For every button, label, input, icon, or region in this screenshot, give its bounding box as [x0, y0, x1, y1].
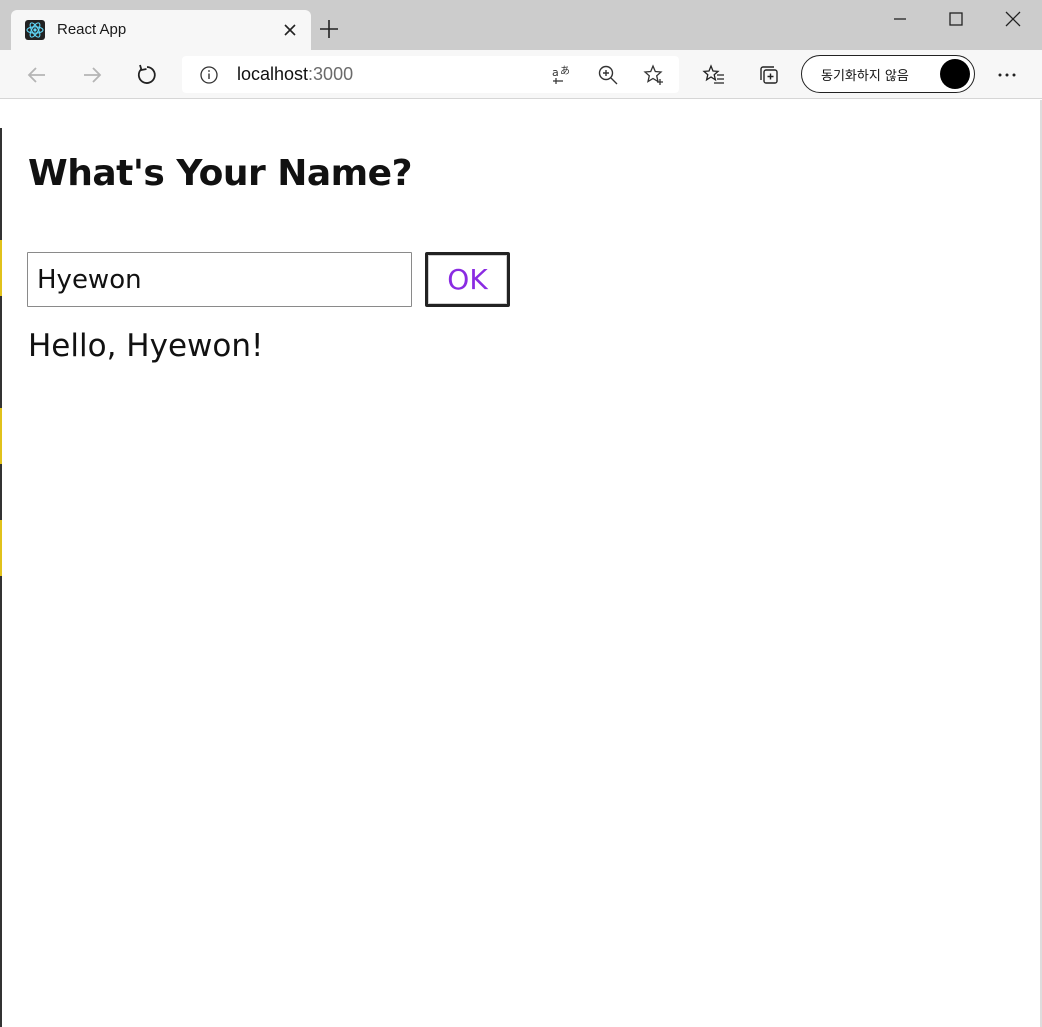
- arrow-left-icon[interactable]: [22, 60, 52, 90]
- page-viewport: What's Your Name? OK Hello, Hyewon!: [0, 100, 1042, 1027]
- react-logo-icon: [25, 20, 45, 40]
- greeting-text: Hello, Hyewon!: [28, 328, 264, 364]
- maximize-icon[interactable]: [928, 0, 984, 38]
- tab-title: React App: [57, 21, 127, 38]
- window-edge-accent: [0, 520, 2, 576]
- more-icon[interactable]: [992, 60, 1022, 90]
- collections-icon[interactable]: [754, 60, 784, 90]
- refresh-icon[interactable]: [132, 60, 162, 90]
- arrow-right-icon[interactable]: [77, 60, 107, 90]
- zoom-in-icon[interactable]: [595, 62, 621, 88]
- name-input[interactable]: [27, 252, 412, 307]
- svg-text:a: a: [552, 66, 559, 79]
- star-icon[interactable]: [641, 62, 667, 88]
- browser-toolbar: localhost:3000 a あ 동기화하지 않음: [0, 50, 1042, 99]
- sync-status-label: 동기화하지 않음: [821, 69, 909, 84]
- url-host: localhost: [237, 64, 309, 84]
- translate-icon[interactable]: a あ: [550, 62, 576, 88]
- profile-sync-button[interactable]: 동기화하지 않음: [801, 55, 975, 93]
- close-window-icon[interactable]: [985, 0, 1041, 38]
- tab-react-app[interactable]: React App: [11, 10, 311, 50]
- page-title: What's Your Name?: [28, 153, 412, 194]
- close-icon[interactable]: [279, 19, 301, 41]
- window-edge-accent: [0, 240, 2, 296]
- ok-button[interactable]: OK: [425, 252, 510, 307]
- favorites-icon[interactable]: [699, 60, 729, 90]
- avatar: [940, 59, 970, 89]
- browser-titlebar: React App: [0, 0, 1042, 50]
- info-icon[interactable]: [198, 64, 220, 86]
- address-bar[interactable]: localhost:3000 a あ: [182, 56, 679, 93]
- window-edge-accent: [0, 408, 2, 464]
- url-text[interactable]: localhost:3000: [237, 64, 353, 85]
- svg-text:あ: あ: [560, 65, 570, 77]
- minimize-icon[interactable]: [872, 0, 928, 38]
- plus-icon[interactable]: [318, 18, 340, 40]
- url-port: :3000: [308, 64, 354, 84]
